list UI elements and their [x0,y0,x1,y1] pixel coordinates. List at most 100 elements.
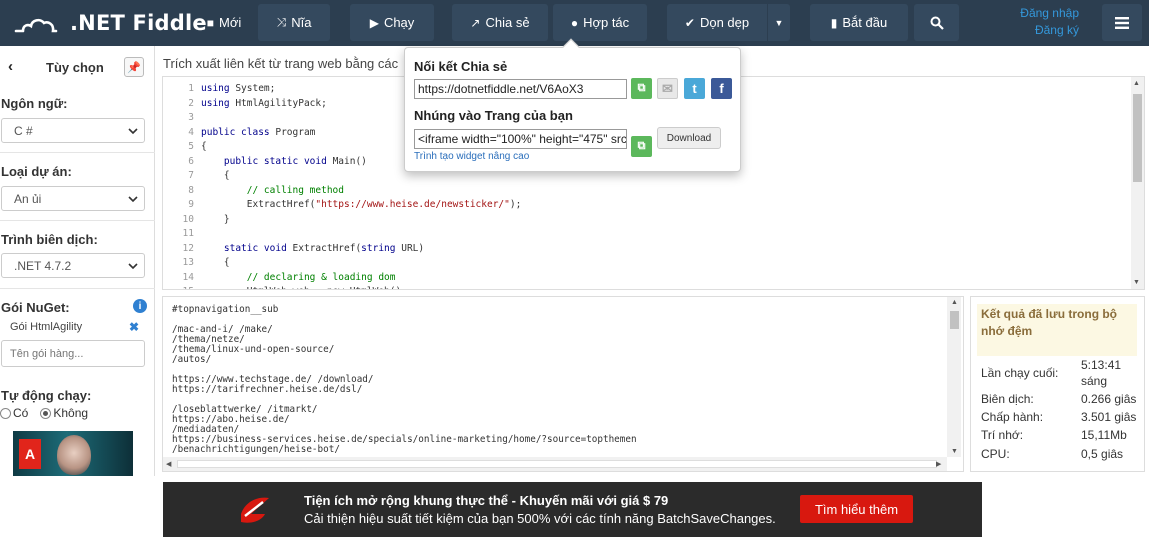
nuget-package-item: Gói HtmlAgility [10,321,83,333]
line-number: 5 [188,141,194,152]
line-number: 15 [163,286,201,289]
code-text: HtmlWeb web = new HtmlWeb(); [201,286,407,289]
chevron-down-icon [128,263,138,270]
cpu-value: 0,5 giâs [1081,447,1124,461]
line-number: 2 [188,97,194,109]
line-number: 3 [188,112,194,123]
project-type-select[interactable]: An ủi [1,186,145,211]
collapse-sidebar-icon[interactable]: ‹ [8,58,13,75]
cloud-logo-icon [14,18,58,33]
code-line: 1 using System; [163,83,275,98]
code-text: { [201,170,230,181]
copy-icon: ⧉ [637,140,646,152]
output-horizontal-scrollbar[interactable]: ◀ ▶ [163,457,947,471]
tidy-dropdown-button[interactable]: ▼ [768,4,790,41]
sidebar-ad-image[interactable]: A [13,431,133,476]
code-line: 7 { [163,170,230,185]
fork-button[interactable]: ⤨ Nĩa [258,4,330,41]
output-line: https://tarifrechner.heise.de/dsl/ [172,384,363,395]
autorun-label: Tự động chạy: [1,388,92,403]
autorun-yes-radio[interactable] [0,407,11,419]
hamburger-icon [1115,16,1129,29]
advanced-widget-link[interactable]: Trình tạo widget nâng cao [414,151,529,162]
line-number: 11 [182,228,194,239]
info-icon[interactable]: i [133,299,147,313]
scroll-left-icon[interactable]: ◀ [166,460,171,468]
options-title: Tùy chọn [46,60,104,75]
share-url-field[interactable]: https://dotnetfiddle.net/V6AoX3 [414,79,627,99]
fork-label: Nĩa [291,15,312,30]
output-vertical-scrollbar[interactable]: ▲ ▼ [947,297,961,457]
editor-scrollbar[interactable]: ▲ ▼ [1131,77,1144,289]
code-line: 3 [163,112,201,127]
code-line: 15 HtmlWeb web = new HtmlWeb(); [163,286,407,289]
search-button[interactable] [914,4,959,41]
menu-button[interactable] [1102,4,1142,41]
run-button[interactable]: ▶ Chạy [350,4,434,41]
scroll-up-icon[interactable]: ▲ [951,299,958,306]
login-link[interactable]: Đăng nhập [1020,5,1079,22]
options-header: ‹ Tùy chọn 📌 [0,54,155,80]
code-line: 6 public static void Main() [163,156,367,171]
project-type-value: An ủi [14,191,42,206]
memory-label: Trí nhớ: [981,428,1024,442]
language-select[interactable]: C # [1,118,145,143]
chevron-down-icon [128,128,138,135]
embed-code-field[interactable]: <iframe width="100%" height="475" src [414,129,627,149]
code-line: 13 { [163,257,230,272]
learn-more-button[interactable]: Tìm hiểu thêm [800,495,913,523]
compiler-label: Trình biên dịch: [1,232,98,247]
dotnetfiddle-logo[interactable]: .NET Fiddle [14,8,207,38]
autorun-no-label: Không [53,406,89,420]
download-button[interactable]: Download [657,127,721,149]
scrollbar-thumb[interactable] [950,311,959,329]
code-line: 2 using HtmlAgilityPack; [163,98,327,113]
banner-subtext: Cải thiện hiệu suất tiết kiệm của bạn 50… [304,511,776,526]
top-navbar: .NET Fiddle ■ Mới ⤨ Nĩa ▶ Chạy ↗ Chia sẻ… [0,0,1149,46]
scroll-down-icon[interactable]: ▼ [951,448,958,455]
collaborate-button[interactable]: ● Hợp tác [553,4,647,41]
execute-value: 3.501 giâs [1081,410,1137,424]
output-console[interactable]: #topnavigation__sub/mac-and-i/ /make//th… [162,296,964,472]
code-text: using HtmlAgilityPack; [201,97,327,109]
scroll-up-icon[interactable]: ▲ [1133,80,1140,87]
last-run-ampm: sáng [1081,374,1108,388]
line-number: 6 [188,155,194,167]
twitter-icon: t [692,81,697,96]
code-line: 5{ [163,141,206,156]
twitter-share-button[interactable]: t [684,78,705,99]
auth-links: Đăng nhập Đăng ký [1020,5,1079,39]
facebook-share-button[interactable]: f [711,78,732,99]
remove-package-icon[interactable]: ✖ [129,320,139,334]
copy-embed-button[interactable]: ⧉ [631,136,652,157]
copy-link-button[interactable]: ⧉ [631,78,652,99]
embed-title: Nhúng vào Trang của bạn [414,108,573,123]
language-label: Ngôn ngữ: [1,96,68,111]
code-text: ExtractHref("https://www.heise.de/newsti… [201,199,522,210]
code-line: 11 [163,228,201,243]
scroll-right-icon[interactable]: ▶ [936,460,941,468]
pin-icon[interactable]: 📌 [124,57,144,77]
compiler-select[interactable]: .NET 4.7.2 [1,253,145,278]
code-text: public static void Main() [223,155,367,167]
scroll-down-icon[interactable]: ▼ [1133,279,1140,286]
banner-headline: Tiện ích mở rộng khung thực thể - Khuyến… [304,493,669,508]
package-search-input[interactable] [1,340,145,367]
email-share-button[interactable]: ✉ [657,78,678,99]
code-text: public class Program [201,126,316,138]
compile-value: 0.266 giâs [1081,392,1137,406]
register-link[interactable]: Đăng ký [1020,22,1079,39]
code-line: 9 ExtractHref("https://www.heise.de/news… [163,199,521,214]
promo-banner[interactable]: Tiện ích mở rộng khung thực thể - Khuyến… [163,482,982,537]
scrollbar-thumb[interactable] [177,460,937,468]
autorun-no-radio[interactable] [40,407,52,419]
tidy-button[interactable]: ✔ Dọn dẹp [667,4,767,41]
share-button[interactable]: ↗ Chia sẻ [452,4,548,41]
getting-started-button[interactable]: ▮ Bắt đầu [810,4,908,41]
code-text: { [201,257,230,268]
line-number: 12 [182,242,194,254]
scrollbar-thumb[interactable] [1133,94,1142,182]
cpu-label: CPU: [981,447,1010,461]
fiddle-description[interactable]: Trích xuất liên kết từ trang web bằng cá… [163,56,408,71]
new-button[interactable]: ■ Mới [196,4,252,41]
